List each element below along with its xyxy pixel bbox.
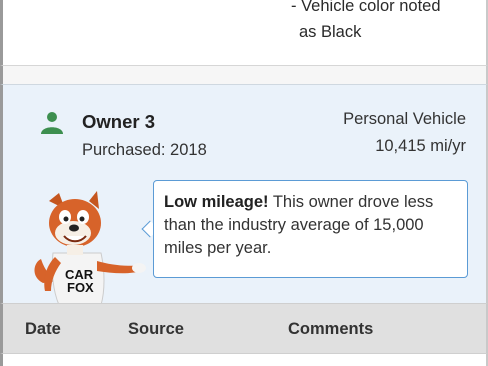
previous-record-card: - Vehicle color noted as Black <box>0 0 488 66</box>
previous-record-comment: - Vehicle color noted as Black <box>291 0 441 45</box>
person-icon <box>41 112 63 134</box>
low-mileage-callout: Low mileage! This owner drove less than … <box>153 180 468 278</box>
owner-mileage: 10,415 mi/yr <box>375 137 466 155</box>
callout-emphasis: Low mileage! <box>164 193 269 211</box>
owner-title: Owner 3 <box>82 111 155 132</box>
owner-vehicle-type: Personal Vehicle <box>343 110 466 128</box>
owner-card: Owner 3 Purchased: 2018 Personal Vehicle… <box>0 84 488 305</box>
card-separator <box>0 66 488 84</box>
history-table-header: Date Source Comments <box>0 303 488 354</box>
column-header-source: Source <box>128 320 184 338</box>
previous-record-line-2: as Black <box>299 23 362 41</box>
mascot-shirt-text-2: FOX <box>67 280 94 295</box>
owner-purchased-year: Purchased: 2018 <box>82 141 207 159</box>
previous-record-line-1: - Vehicle color noted <box>291 0 441 15</box>
column-header-date: Date <box>25 320 61 338</box>
carfox-mascot-image: CAR FOX <box>34 191 146 305</box>
history-table-body <box>0 354 488 366</box>
column-header-comments: Comments <box>288 320 374 338</box>
